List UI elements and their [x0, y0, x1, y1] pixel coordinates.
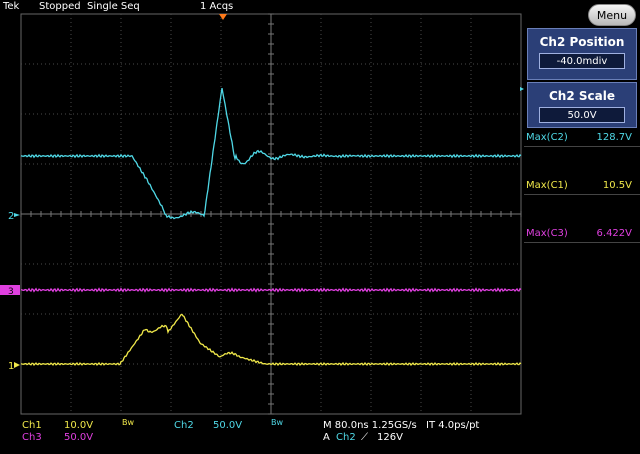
readout-bar: Ch1 10.0V Bw Ch2 50.0V Bw Ch3 50.0V M 80… — [0, 415, 525, 454]
ch2-scale-title: Ch2 Scale — [549, 89, 615, 103]
ch1-bandwidth: Bw — [122, 418, 135, 427]
ch2-position-title: Ch2 Position — [539, 35, 625, 49]
timebase-readout: M 80.0ns 1.25GS/s — [323, 420, 417, 431]
menu-button[interactable]: Menu — [588, 4, 636, 26]
ch2-scale-value[interactable]: 50.0V — [539, 107, 625, 123]
ch2-scale: 50.0V — [213, 420, 243, 431]
ch1-ground-marker[interactable]: 1 — [8, 361, 20, 372]
ch1-scale: 10.0V — [64, 420, 94, 431]
graticule — [20, 13, 522, 415]
trigger-level: 126V — [377, 432, 403, 443]
trigger-position-marker — [219, 14, 227, 20]
ch1-label: Ch1 — [22, 420, 42, 431]
measurement-max-c3: Max(C3) 6.422V — [524, 226, 640, 243]
measurement-max-c2: Max(C2) 128.7V — [524, 130, 640, 147]
ch2-scale-panel[interactable]: Ch2 Scale 50.0V — [527, 82, 637, 128]
ch3-ground-marker[interactable]: 3 — [0, 285, 20, 297]
svg-text:1: 1 — [8, 361, 14, 372]
ch3-label: Ch3 — [22, 432, 42, 443]
svg-text:2: 2 — [8, 211, 14, 222]
ch2-position-panel[interactable]: Ch2 Position -40.0mdiv — [527, 28, 637, 80]
ch2-label: Ch2 — [174, 420, 194, 431]
waveform-display: 2 3 1 — [0, 13, 524, 415]
ch2-ground-marker[interactable]: 2 — [8, 211, 20, 222]
measurement-max-c1: Max(C1) 10.5V — [524, 178, 640, 195]
interpolation-readout: IT 4.0ps/pt — [426, 420, 480, 431]
trigger-source-prefix: A — [323, 432, 330, 443]
svg-text:3: 3 — [8, 287, 14, 297]
trigger-channel: Ch2 — [336, 432, 356, 443]
ch3-scale: 50.0V — [64, 432, 94, 443]
ch2-bandwidth: Bw — [271, 418, 284, 427]
trigger-slope-icon: ⟋ — [361, 432, 368, 443]
ch2-position-value[interactable]: -40.0mdiv — [539, 53, 625, 69]
